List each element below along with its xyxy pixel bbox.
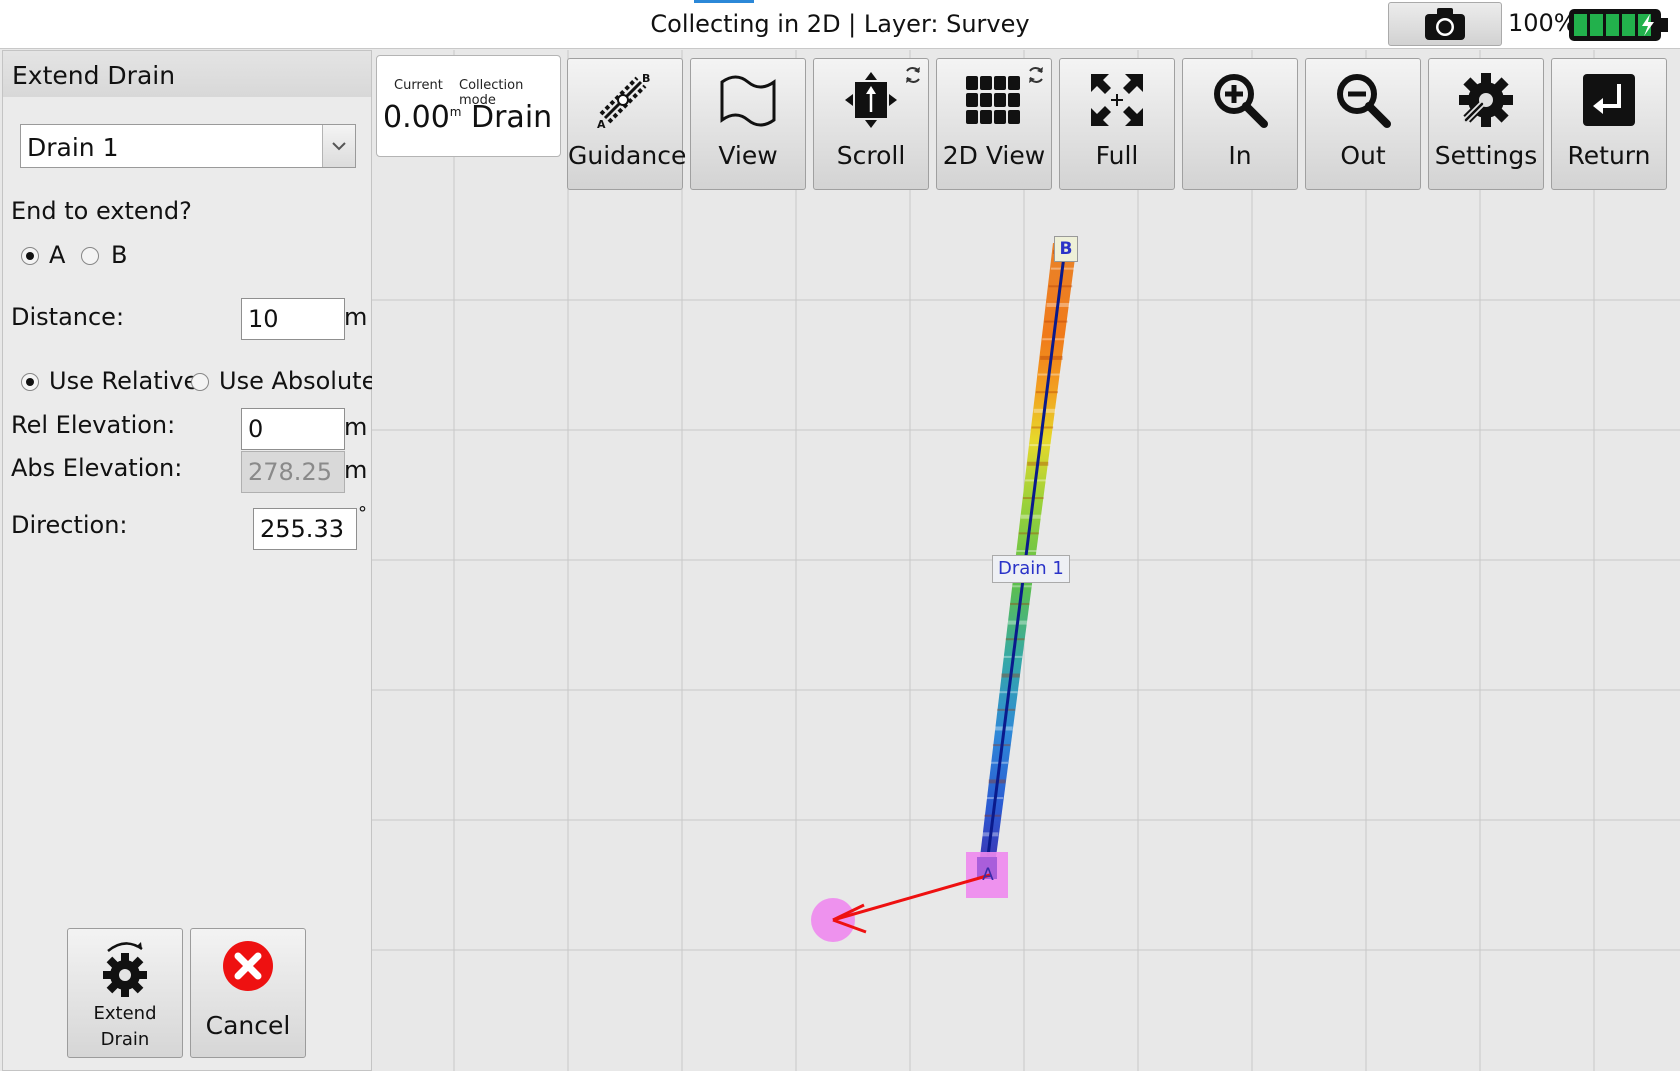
dropdown-button[interactable] — [322, 125, 355, 167]
panel-header: Extend Drain — [3, 51, 371, 97]
extend-drain-line1: Extend — [93, 1003, 157, 1024]
distance-unit: m — [344, 303, 368, 331]
end-b-label[interactable]: B — [111, 241, 127, 269]
abs-elevation-input: 278.25 — [241, 451, 345, 493]
zoom-out-button[interactable]: Out — [1305, 58, 1421, 190]
battery-percent: 100% — [1508, 9, 1577, 37]
current-label: Current — [394, 78, 443, 93]
end-b-radio[interactable] — [81, 247, 99, 265]
full-button[interactable]: Full — [1059, 58, 1175, 190]
zoom-out-icon — [1337, 74, 1391, 128]
drain-line — [986, 247, 1067, 857]
return-label: Return — [1567, 141, 1651, 170]
extend-drain-button[interactable]: Extend Drain — [67, 928, 183, 1058]
use-absolute-radio[interactable] — [191, 373, 209, 391]
grid-icon — [966, 76, 1020, 124]
2d-view-button[interactable]: 2D View — [936, 58, 1052, 190]
svg-text:B: B — [642, 72, 650, 85]
rel-elevation-label: Rel Elevation: — [11, 411, 176, 439]
guidance-button[interactable]: B A Guidance — [567, 58, 687, 190]
settings-icon — [1459, 73, 1513, 127]
zoom-in-button[interactable]: In — [1182, 58, 1298, 190]
return-button[interactable]: Return — [1551, 58, 1667, 190]
chevron-down-icon — [332, 142, 346, 151]
view-button[interactable]: View — [690, 58, 806, 190]
drain-name-label[interactable]: Drain 1 — [992, 555, 1070, 583]
guidance-label: Guidance — [568, 141, 687, 170]
current-value: 0.00m — [383, 100, 462, 135]
end-a-label[interactable]: A — [49, 241, 65, 269]
end-a-radio[interactable] — [21, 247, 39, 265]
end-a-label-map: A — [982, 865, 994, 885]
drain-select-value: Drain 1 — [27, 133, 119, 162]
extend-drain-line2: Drain — [100, 1029, 150, 1050]
scroll-label: Scroll — [836, 141, 906, 170]
use-absolute-label[interactable]: Use Absolute — [219, 367, 376, 395]
camera-icon — [1425, 8, 1465, 40]
map-view[interactable]: B A Drain 1 — [372, 50, 1680, 1071]
distance-label: Distance: — [11, 303, 125, 331]
scroll-button[interactable]: Scroll — [813, 58, 929, 190]
zoom-in-label: In — [1228, 141, 1252, 170]
gear-icon — [103, 942, 147, 997]
title-bar: Collecting in 2D | Layer: Survey 100% — [0, 0, 1680, 49]
zoom-in-icon — [1214, 74, 1268, 128]
direction-unit: ° — [358, 503, 367, 524]
guidance-icon: B A — [597, 72, 650, 130]
scroll-icon — [845, 72, 897, 128]
extend-drain-panel: Extend Drain Drain 1 End to extend? A B … — [2, 50, 376, 1071]
use-relative-radio[interactable] — [21, 373, 39, 391]
rel-elevation-input[interactable]: 0 — [241, 408, 345, 450]
distance-input[interactable]: 10 — [241, 298, 345, 340]
close-icon — [223, 941, 273, 991]
rel-elevation-unit: m — [344, 413, 368, 441]
direction-label: Direction: — [11, 511, 128, 539]
direction-input[interactable]: 255.33 — [253, 508, 357, 550]
full-extent-icon — [1091, 74, 1143, 126]
zoom-out-label: Out — [1340, 141, 1386, 170]
end-b-label-map[interactable]: B — [1054, 236, 1078, 262]
cancel-label: Cancel — [205, 1011, 291, 1040]
panel-title: Extend Drain — [12, 61, 176, 90]
end-to-extend-label: End to extend? — [11, 197, 192, 225]
settings-label: Settings — [1434, 141, 1538, 170]
use-relative-label[interactable]: Use Relative — [49, 367, 198, 395]
full-label: Full — [1095, 141, 1139, 170]
return-icon — [1583, 74, 1635, 126]
drain-select[interactable]: Drain 1 — [20, 124, 356, 168]
cancel-button[interactable]: Cancel — [190, 928, 306, 1058]
collection-mode-value: Drain — [471, 100, 553, 135]
battery-icon — [1569, 9, 1668, 41]
title-accent — [694, 0, 754, 3]
collection-status: Current Collection mode 0.00m Drain — [376, 55, 561, 157]
camera-button[interactable] — [1388, 2, 1502, 46]
map-icon — [720, 75, 776, 127]
view-label: View — [718, 141, 778, 170]
svg-text:A: A — [597, 118, 606, 130]
2d-view-label: 2D View — [942, 141, 1046, 170]
abs-elevation-unit: m — [344, 456, 368, 484]
settings-button[interactable]: Settings — [1428, 58, 1544, 190]
abs-elevation-label: Abs Elevation: — [11, 454, 183, 482]
